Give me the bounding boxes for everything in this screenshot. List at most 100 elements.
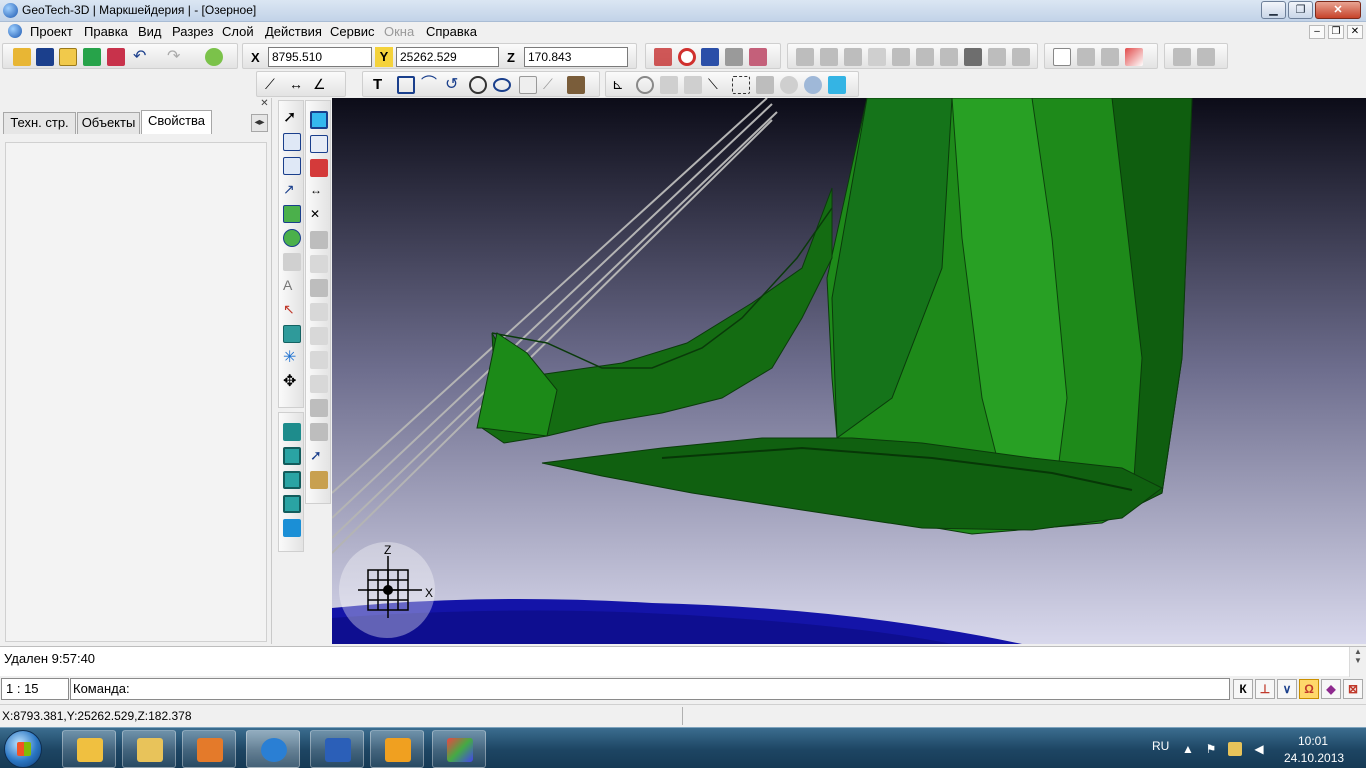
- tab-properties[interactable]: Свойства: [141, 110, 212, 134]
- mesh-icon[interactable]: [725, 48, 743, 66]
- tool-icon[interactable]: [780, 76, 798, 94]
- volume-icon[interactable]: ◀: [1252, 742, 1266, 756]
- solid-icon[interactable]: [310, 111, 328, 129]
- monitor-icon[interactable]: [701, 48, 719, 66]
- structure-icon[interactable]: [940, 48, 958, 66]
- angle-icon[interactable]: ∠: [313, 76, 331, 94]
- language-indicator[interactable]: RU: [1152, 739, 1169, 753]
- menu-help[interactable]: Справка: [426, 24, 477, 39]
- open-icon[interactable]: [13, 48, 31, 66]
- tool-icon[interactable]: [1101, 48, 1119, 66]
- command-input[interactable]: Команда:: [70, 678, 1230, 700]
- eraser-icon[interactable]: [1125, 48, 1143, 66]
- tool-icon[interactable]: [310, 327, 328, 345]
- cross-icon[interactable]: ✕: [310, 207, 328, 225]
- tool-icon[interactable]: [660, 76, 678, 94]
- mdi-close-button[interactable]: ✕: [1347, 25, 1363, 39]
- log-scrollbar[interactable]: ▲ ▼: [1349, 647, 1366, 677]
- mdi-restore-button[interactable]: ❐: [1328, 25, 1344, 39]
- ellipse-icon[interactable]: [493, 78, 511, 92]
- surface-icon[interactable]: [988, 48, 1006, 66]
- tool-icon[interactable]: [310, 279, 328, 297]
- fill-icon[interactable]: [283, 325, 301, 343]
- select-box-icon[interactable]: [732, 76, 750, 94]
- taskbar-word[interactable]: [310, 730, 364, 768]
- point-icon[interactable]: [283, 205, 301, 223]
- fence-icon[interactable]: [820, 48, 838, 66]
- measure-icon[interactable]: ↔: [310, 183, 328, 201]
- funnel-icon[interactable]: [844, 48, 862, 66]
- snap-magnet-button[interactable]: Ω: [1299, 679, 1319, 699]
- text-icon[interactable]: T: [373, 76, 391, 94]
- z-coordinate-field[interactable]: 170.843: [524, 47, 628, 67]
- rectangle-icon[interactable]: [397, 76, 415, 94]
- snap-vertex-button[interactable]: ∨: [1277, 679, 1297, 699]
- menu-section[interactable]: Разрез: [172, 24, 213, 39]
- menu-edit[interactable]: Правка: [84, 24, 128, 39]
- mdi-minimize-button[interactable]: –: [1309, 25, 1325, 39]
- object-icon[interactable]: [310, 471, 328, 489]
- rotate-icon[interactable]: [283, 229, 301, 247]
- document-icon[interactable]: [8, 24, 22, 38]
- list-icon[interactable]: [1197, 48, 1215, 66]
- line-icon[interactable]: ⟍: [708, 76, 726, 94]
- flag-icon[interactable]: ⚑: [1204, 742, 1218, 756]
- square-icon[interactable]: [519, 76, 537, 94]
- block-icon[interactable]: [283, 519, 301, 537]
- layer-icon[interactable]: [283, 495, 301, 513]
- tool-icon[interactable]: [796, 48, 814, 66]
- panel-close-button[interactable]: ✕: [259, 99, 270, 110]
- undo-icon[interactable]: ↶: [133, 48, 151, 66]
- x-coordinate-field[interactable]: 8795.510: [268, 47, 372, 67]
- globe-icon[interactable]: [804, 76, 822, 94]
- layer-icon[interactable]: [283, 471, 301, 489]
- snap-node-button[interactable]: ◆: [1321, 679, 1341, 699]
- 3d-viewport[interactable]: Z X: [332, 98, 1366, 644]
- hand-icon[interactable]: [283, 253, 301, 271]
- tool-icon[interactable]: [310, 303, 328, 321]
- polyline-icon[interactable]: ⟋: [265, 76, 283, 94]
- tool-icon[interactable]: [892, 48, 910, 66]
- curve-icon[interactable]: ↺: [445, 76, 463, 94]
- layers-icon[interactable]: [964, 48, 982, 66]
- snap-icon[interactable]: ⊾: [612, 76, 630, 94]
- snap-perpendicular-button[interactable]: ⊥: [1255, 679, 1275, 699]
- section-icon[interactable]: [310, 231, 328, 249]
- arc-icon[interactable]: ⌒: [421, 76, 439, 94]
- building-icon[interactable]: [567, 76, 585, 94]
- clock-time[interactable]: 10:01: [1298, 734, 1328, 748]
- cube-icon[interactable]: [83, 48, 101, 66]
- close-button[interactable]: ✕: [1315, 1, 1361, 19]
- grid-icon[interactable]: [654, 48, 672, 66]
- layers-icon[interactable]: [59, 48, 77, 66]
- section-icon[interactable]: [310, 255, 328, 273]
- circle-icon[interactable]: [469, 76, 487, 94]
- tool-icon[interactable]: [684, 76, 702, 94]
- minimize-button[interactable]: ▁: [1261, 1, 1286, 19]
- object-icon[interactable]: [828, 76, 846, 94]
- structure-icon[interactable]: [916, 48, 934, 66]
- snap-button-k[interactable]: К: [1233, 679, 1253, 699]
- rectangle-icon[interactable]: [1053, 48, 1071, 66]
- restore-button[interactable]: ❐: [1288, 1, 1313, 19]
- tool-icon[interactable]: [310, 375, 328, 393]
- pointer-icon[interactable]: ➚: [310, 447, 328, 465]
- tool-icon[interactable]: [756, 76, 774, 94]
- taskbar-presentation[interactable]: [370, 730, 424, 768]
- clock-date[interactable]: 24.10.2013: [1284, 751, 1344, 765]
- taskbar-explorer[interactable]: [122, 730, 176, 768]
- layer-icon[interactable]: [283, 447, 301, 465]
- select-multiple-icon[interactable]: [283, 157, 301, 175]
- show-hidden-icons[interactable]: ▲: [1181, 742, 1195, 756]
- select-icon[interactable]: [283, 133, 301, 151]
- surface-icon[interactable]: [310, 423, 328, 441]
- snap-grid-button[interactable]: ⊠: [1343, 679, 1363, 699]
- cylinder-icon[interactable]: [868, 48, 886, 66]
- taskbar-outlook[interactable]: [62, 730, 116, 768]
- tab-objects[interactable]: Объекты: [77, 112, 140, 134]
- taskbar-paint[interactable]: [432, 730, 486, 768]
- start-button[interactable]: [4, 730, 42, 768]
- copy-icon[interactable]: [107, 48, 125, 66]
- tool-icon[interactable]: [1077, 48, 1095, 66]
- wireframe-icon[interactable]: [310, 135, 328, 153]
